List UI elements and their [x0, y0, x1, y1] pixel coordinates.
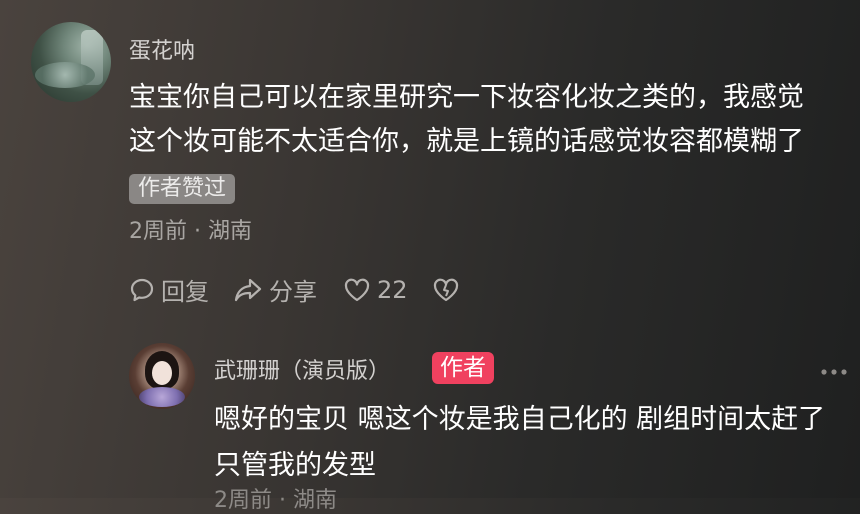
comment-icon	[129, 277, 155, 303]
reply-meta: 2周前 · 湖南	[214, 488, 337, 513]
comment-meta: 2周前 · 湖南	[129, 219, 252, 244]
reply-button[interactable]: 回复	[129, 272, 209, 307]
commenter-name[interactable]: 蛋花呐	[129, 33, 195, 65]
avatar-decoration	[152, 361, 172, 385]
more-options-button[interactable]	[820, 362, 848, 381]
avatar-decoration	[35, 62, 95, 88]
share-label: 分享	[269, 278, 317, 306]
comment-text: 宝宝你自己可以在家里研究一下妆容化妆之类的，我感觉 这个妆可能不太适合你，就是上…	[129, 76, 849, 164]
reply-avatar[interactable]	[129, 343, 195, 409]
author-liked-badge: 作者赞过	[129, 174, 236, 204]
commenter-avatar[interactable]	[31, 22, 111, 102]
heart-icon	[343, 277, 371, 303]
dislike-heart-icon	[432, 277, 460, 303]
reply-line: 嗯好的宝贝 嗯这个妆是我自己化的 剧组时间太赶了	[214, 404, 826, 435]
share-icon	[233, 277, 263, 303]
author-badge: 作者	[432, 352, 494, 384]
reply-username[interactable]: 武珊珊（演员版）	[214, 353, 390, 385]
comment-line: 宝宝你自己可以在家里研究一下妆容化妆之类的，我感觉	[129, 82, 804, 113]
like-button[interactable]: 22	[343, 276, 408, 304]
more-icon	[820, 362, 848, 381]
like-count: 22	[377, 275, 408, 304]
comment-actions: 回复 分享 22	[129, 272, 460, 307]
dislike-button[interactable]	[432, 277, 460, 303]
reply-text: 嗯好的宝贝 嗯这个妆是我自己化的 剧组时间太赶了 只管我的发型	[214, 397, 844, 489]
share-button[interactable]: 分享	[233, 272, 317, 307]
comment-line: 这个妆可能不太适合你，就是上镜的话感觉妆容都模糊了	[129, 126, 804, 157]
avatar-decoration	[139, 387, 185, 407]
reply-label: 回复	[161, 278, 209, 306]
